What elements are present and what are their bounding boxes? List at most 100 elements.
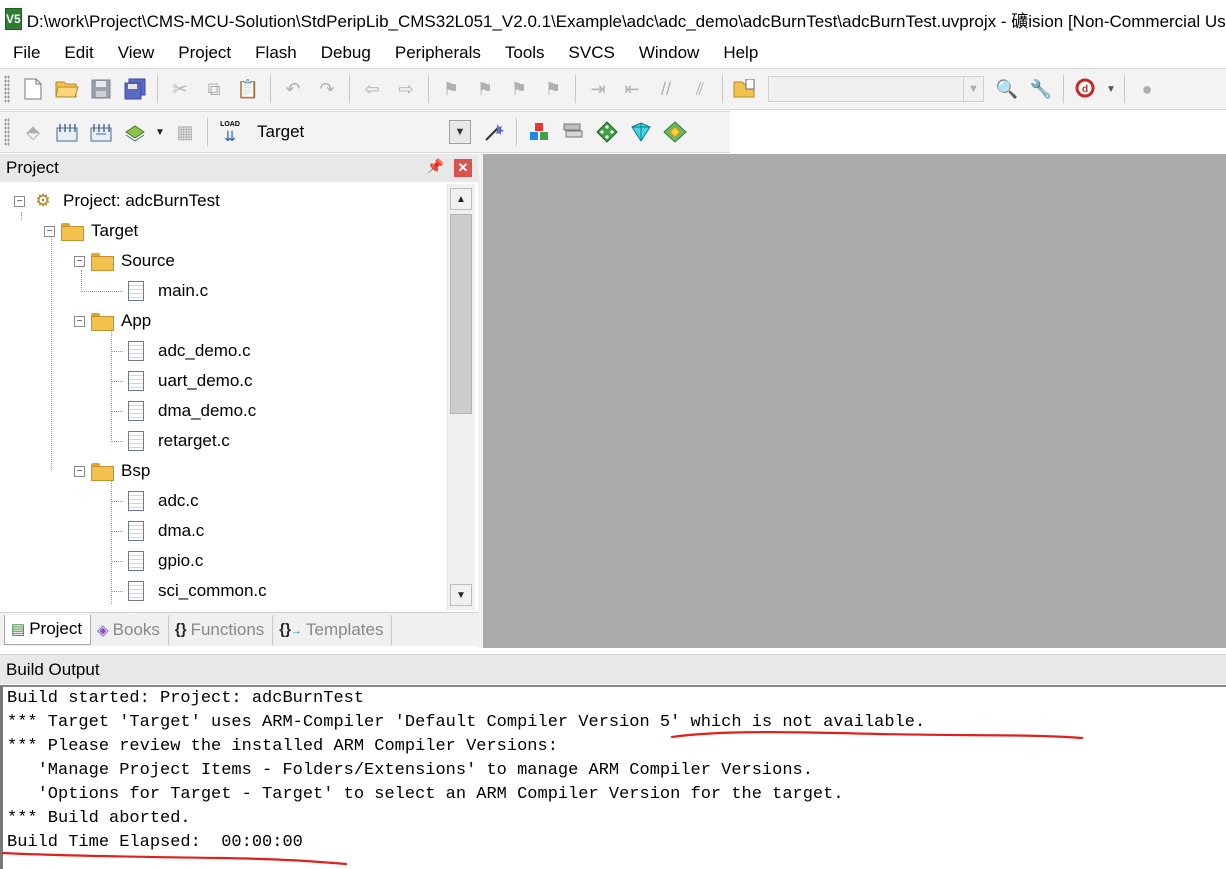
tree-group-app[interactable]: − App <box>74 306 151 336</box>
manage-rte-icon[interactable] <box>593 118 621 146</box>
build-output-window[interactable]: Build started: Project: adcBurnTest *** … <box>0 685 1226 869</box>
tab-functions[interactable]: {} Functions <box>169 614 274 645</box>
scroll-down-icon[interactable]: ▼ <box>450 584 472 606</box>
build-toolbar: ⬘ ▼ ▦ LOAD ⇊ Target ▼ <box>0 111 730 153</box>
tree-file[interactable]: dma_demo.c <box>128 396 256 426</box>
pack-installer-icon[interactable] <box>627 118 655 146</box>
tree-file[interactable]: retarget.c <box>128 426 230 456</box>
bookmark-toggle-icon[interactable]: ⚑ <box>437 75 465 103</box>
bookmark-previous-icon[interactable]: ⚑ <box>471 75 499 103</box>
batch-build-icon[interactable] <box>121 118 149 146</box>
pin-icon[interactable]: 📌 <box>427 158 444 175</box>
tree-item-label: adc.c <box>158 491 199 510</box>
tree-file[interactable]: adc.c <box>128 486 199 516</box>
chevron-down-icon[interactable]: ▼ <box>1106 75 1116 103</box>
open-folder-icon[interactable] <box>53 75 81 103</box>
toolbar-grip[interactable] <box>4 118 10 146</box>
chevron-down-icon[interactable]: ▼ <box>155 118 165 146</box>
paste-icon[interactable]: 📋 <box>234 75 262 103</box>
redo-icon[interactable]: ↷ <box>313 75 341 103</box>
tree-group-source[interactable]: − Source <box>74 246 175 276</box>
incremental-find-icon[interactable]: 🔍 <box>993 75 1021 103</box>
debug-session-icon[interactable]: 🔧 <box>1027 75 1055 103</box>
tree-group-bsp[interactable]: − Bsp <box>74 456 150 486</box>
file-icon <box>128 521 144 541</box>
save-all-icon[interactable] <box>121 75 149 103</box>
cut-icon[interactable]: ✂ <box>166 75 194 103</box>
tab-templates[interactable]: {}→ Templates <box>273 614 393 645</box>
close-icon[interactable]: ✕ <box>454 159 472 177</box>
toolbar-grip[interactable] <box>4 75 10 103</box>
collapse-icon[interactable]: − <box>44 225 55 237</box>
find-in-files-icon[interactable] <box>731 75 759 103</box>
chevron-down-icon[interactable]: ▼ <box>963 77 983 101</box>
tree-file[interactable]: dma.c <box>128 516 204 546</box>
options-for-target-icon[interactable] <box>480 118 508 146</box>
tree-item-label: App <box>121 311 152 330</box>
build-output-line: 'Options for Target - Target' to select … <box>7 785 844 804</box>
menu-svcs[interactable]: SVCS <box>557 38 627 68</box>
menu-tools[interactable]: Tools <box>493 38 557 68</box>
tree-scrollbar[interactable]: ▲ ▼ <box>447 184 475 610</box>
software-packs-icon[interactable] <box>661 118 689 146</box>
menu-edit[interactable]: Edit <box>52 38 105 68</box>
chevron-down-icon[interactable]: ▼ <box>449 120 471 144</box>
tree-item-project[interactable]: − ⚙ Project: adcBurnTest <box>14 186 220 216</box>
breakpoint-icon[interactable]: ● <box>1133 75 1161 103</box>
tree-file[interactable]: main.c <box>128 276 208 306</box>
build-icon[interactable] <box>53 118 81 146</box>
bookmark-clear-icon[interactable]: ⚑ <box>539 75 567 103</box>
stop-build-icon[interactable]: ▦ <box>171 118 199 146</box>
tab-label: Templates <box>305 619 384 639</box>
rebuild-icon[interactable] <box>87 118 115 146</box>
new-file-icon[interactable] <box>19 75 47 103</box>
comment-icon[interactable]: // <box>652 75 680 103</box>
manage-project-items-icon[interactable] <box>525 118 553 146</box>
translate-icon[interactable]: ⬘ <box>19 118 47 146</box>
target-select[interactable]: Target ▼ <box>253 118 471 146</box>
save-icon[interactable] <box>87 75 115 103</box>
menu-bar: File Edit View Project Flash Debug Perip… <box>0 38 1226 68</box>
tab-label: Functions <box>190 619 265 639</box>
copy-icon[interactable]: ⧉ <box>200 75 228 103</box>
toolbar-separator <box>428 75 429 103</box>
find-combo[interactable]: ▼ <box>768 76 984 102</box>
tree-file[interactable]: sci_common.c <box>128 576 267 606</box>
scroll-up-icon[interactable]: ▲ <box>450 188 472 210</box>
menu-debug[interactable]: Debug <box>309 38 383 68</box>
bookmark-next-icon[interactable]: ⚑ <box>505 75 533 103</box>
undo-icon[interactable]: ↶ <box>279 75 307 103</box>
scrollbar-thumb[interactable] <box>450 214 472 414</box>
start-debug-icon[interactable]: d <box>1072 75 1100 103</box>
menu-help[interactable]: Help <box>711 38 770 68</box>
tree-item-label: retarget.c <box>158 431 230 450</box>
tree-item-label: gpio.c <box>158 551 204 570</box>
menu-file[interactable]: File <box>0 38 52 68</box>
navigate-forward-icon[interactable]: ⇨ <box>392 75 420 103</box>
tree-item-label: Bsp <box>121 461 151 480</box>
tree-item-target[interactable]: − Target <box>44 216 138 246</box>
menu-flash[interactable]: Flash <box>243 38 309 68</box>
tab-books[interactable]: ◈ Books <box>91 614 169 645</box>
menu-peripherals[interactable]: Peripherals <box>383 38 493 68</box>
collapse-icon[interactable]: − <box>74 255 85 267</box>
navigate-back-icon[interactable]: ⇦ <box>358 75 386 103</box>
file-toolbar: ✂ ⧉ 📋 ↶ ↷ ⇦ ⇨ ⚑ ⚑ ⚑ ⚑ ⇥ ⇤ // ⫽ ▼ 🔍 🔧 d ▼… <box>0 68 1226 110</box>
tab-label: Books <box>112 619 160 639</box>
collapse-icon[interactable]: − <box>74 465 85 477</box>
menu-window[interactable]: Window <box>627 38 711 68</box>
indent-icon[interactable]: ⇥ <box>584 75 612 103</box>
tree-file[interactable]: gpio.c <box>128 546 203 576</box>
collapse-icon[interactable]: − <box>74 315 85 327</box>
download-load-icon[interactable]: LOAD ⇊ <box>216 118 244 146</box>
project-panel-tabs: ▤ Project ◈ Books {} Functions {}→ Templ… <box>0 612 478 646</box>
tree-file[interactable]: uart_demo.c <box>128 366 253 396</box>
tab-project[interactable]: ▤ Project <box>4 614 92 645</box>
uncomment-icon[interactable]: ⫽ <box>686 75 714 103</box>
tree-file[interactable]: adc_demo.c <box>128 336 251 366</box>
menu-project[interactable]: Project <box>166 38 243 68</box>
unindent-icon[interactable]: ⇤ <box>618 75 646 103</box>
select-packs-icon[interactable] <box>559 118 587 146</box>
collapse-icon[interactable]: − <box>14 195 25 207</box>
menu-view[interactable]: View <box>106 38 167 68</box>
